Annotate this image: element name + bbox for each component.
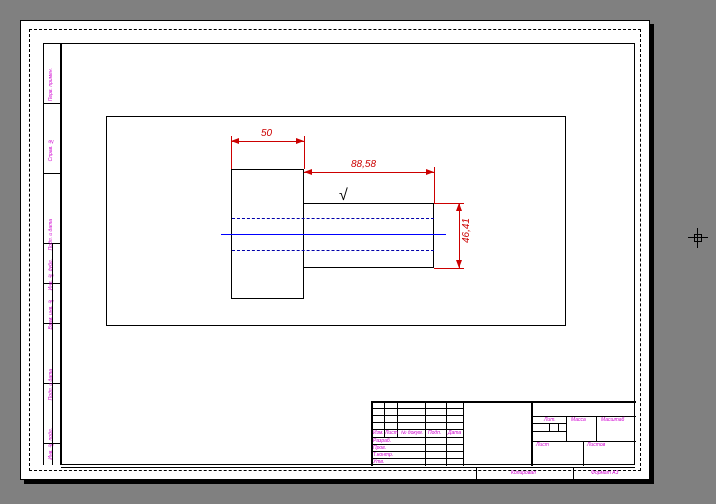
tb-label: Разраб. [373,438,391,444]
tb-label: Масса [571,417,586,423]
hidden-line [232,218,434,219]
tb-label: Лит. [544,417,556,423]
surface-finish-mark[interactable]: √ [339,187,348,205]
dim-arrow [304,169,312,175]
dim-arrow [426,169,434,175]
dim-arrow [456,203,462,211]
left-margin-column: Инв. № подл. Подп. и дата Взам. инв. № И… [43,43,61,465]
dim-line-88 [304,172,434,173]
tb-label: Лист [385,430,398,436]
crosshair-cursor [688,228,708,248]
tb-label: Лист [536,442,549,448]
margin-label: Перв. примен. [48,68,54,101]
dim-value-88[interactable]: 88,58 [351,159,376,170]
dim-value-46[interactable]: 46,41 [461,218,472,243]
tb-label: Дата [448,430,461,436]
tb-label: № докум. [401,430,423,436]
tb-label: Изм. [373,430,384,436]
footer-format: Формат A3 [591,470,618,476]
ext-line-h [434,268,464,269]
cad-canvas[interactable]: Инв. № подл. Подп. и дата Взам. инв. № И… [0,0,716,504]
footer-kopiroval: Копировал [511,470,536,476]
tb-label: Пров. [373,445,386,451]
title-block[interactable]: Изм. Лист № докум. Подп. Дата Разраб. Пр… [371,401,636,466]
dim-arrow [231,138,239,144]
margin-label: Взам. инв. № [48,298,54,330]
dim-arrow [296,138,304,144]
part-small-cylinder[interactable] [304,203,434,268]
margin-label: Справ. № [48,138,54,161]
tb-label: Подп. [428,430,441,436]
margin-label: Инв. № подл. [48,428,54,460]
tb-label: Т.контр. [373,452,393,458]
dim-value-50[interactable]: 50 [261,128,272,139]
hidden-line [232,250,434,251]
margin-label: Инв. № дубл. [48,259,54,290]
margin-label: Подп. и дата [48,219,54,250]
tb-label: Утв. [373,459,384,465]
dim-line-46 [459,203,460,268]
tb-label: Масштаб [601,417,624,423]
dim-line-50 [231,141,304,142]
margin-label: Подп. и дата [48,369,54,400]
tb-label: Листов [587,442,605,448]
ext-line [434,167,435,203]
ext-line [304,136,305,169]
drawing-sheet[interactable]: Инв. № подл. Подп. и дата Взам. инв. № И… [20,20,650,480]
centerline-axis [221,234,446,235]
dim-arrow [456,260,462,268]
